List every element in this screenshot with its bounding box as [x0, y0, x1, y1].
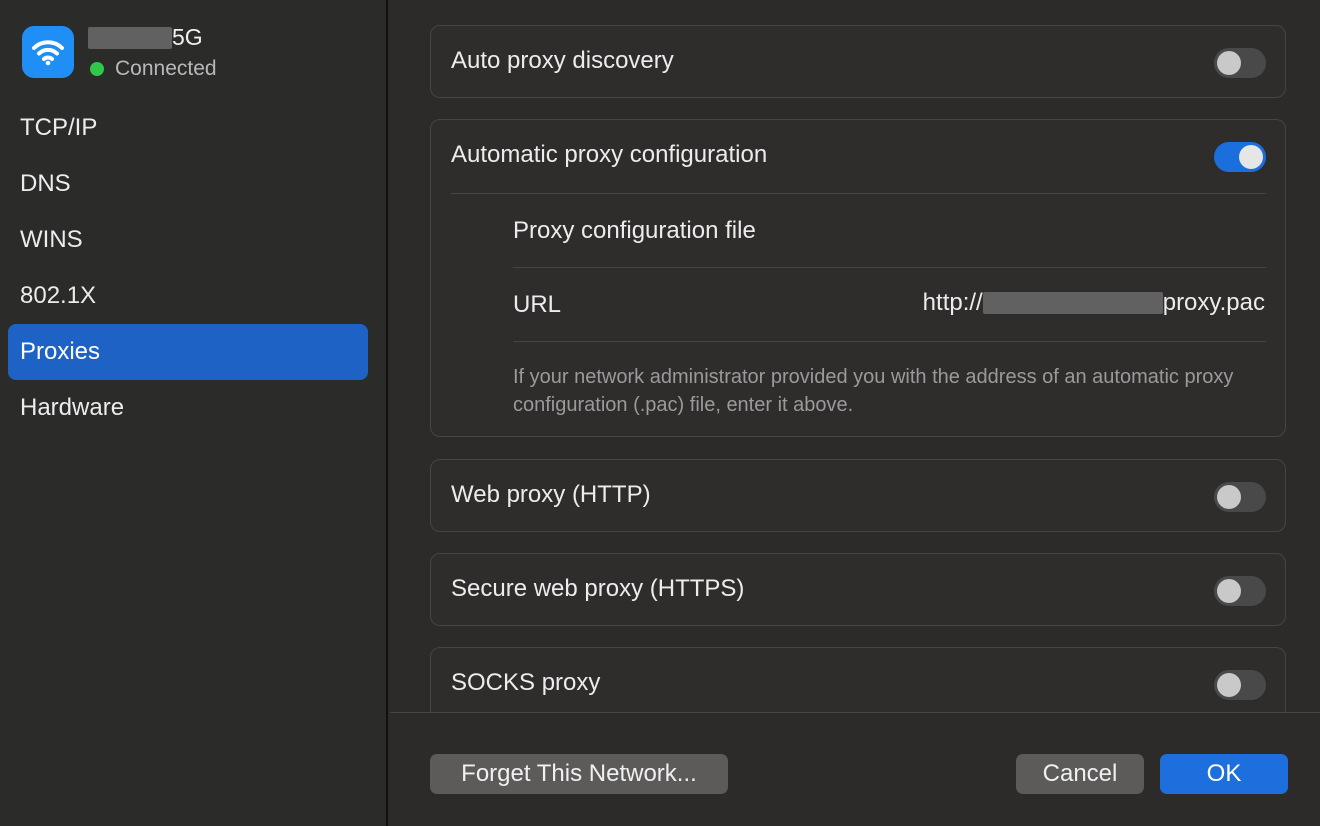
sidebar: 5G Connected TCP/IP DNS WINS 802.1X Prox… — [0, 0, 388, 826]
automatic-proxy-configuration-label: Automatic proxy configuration — [451, 141, 768, 168]
sidebar-item-8021x[interactable]: 802.1X — [8, 268, 368, 324]
wifi-icon — [22, 26, 74, 78]
auto-proxy-discovery-label: Auto proxy discovery — [451, 47, 674, 74]
url-prefix: http:// — [922, 289, 983, 316]
divider — [451, 193, 1266, 194]
socks-proxy-label: SOCKS proxy — [451, 669, 601, 696]
toggle-knob — [1217, 51, 1241, 75]
network-status-text: Connected — [115, 57, 217, 80]
secure-web-proxy-label: Secure web proxy (HTTPS) — [451, 575, 745, 602]
secure-web-proxy-row: Secure web proxy (HTTPS) — [430, 553, 1286, 626]
proxies-panel: Auto proxy discovery Automatic proxy con… — [390, 0, 1320, 826]
toggle-knob — [1217, 673, 1241, 697]
network-header: 5G Connected — [22, 24, 362, 81]
forget-network-button[interactable]: Forget This Network... — [430, 754, 728, 794]
ok-button[interactable]: OK — [1160, 754, 1288, 794]
toggle-knob — [1217, 579, 1241, 603]
sidebar-item-proxies[interactable]: Proxies — [8, 324, 368, 380]
network-name: 5G — [88, 24, 203, 51]
web-proxy-row: Web proxy (HTTP) — [430, 459, 1286, 532]
cancel-button[interactable]: Cancel — [1016, 754, 1144, 794]
divider — [513, 341, 1266, 342]
sidebar-item-hardware[interactable]: Hardware — [8, 380, 368, 436]
web-proxy-toggle[interactable] — [1214, 482, 1266, 512]
network-status: Connected — [90, 57, 217, 81]
redacted-network-name — [88, 26, 172, 49]
network-name-suffix: 5G — [172, 24, 203, 50]
socks-proxy-row: SOCKS proxy — [430, 647, 1286, 713]
url-label: URL — [513, 291, 562, 318]
toggle-knob — [1239, 145, 1263, 169]
sidebar-item-dns[interactable]: DNS — [8, 156, 368, 212]
web-proxy-label: Web proxy (HTTP) — [451, 481, 651, 508]
toggle-knob — [1217, 485, 1241, 509]
secure-web-proxy-toggle[interactable] — [1214, 576, 1266, 606]
sidebar-item-wins[interactable]: WINS — [8, 212, 368, 268]
url-field[interactable]: http:// proxy.pac — [923, 289, 1265, 317]
url-suffix: proxy.pac — [1162, 289, 1265, 316]
footer-divider — [390, 712, 1320, 713]
sidebar-nav: TCP/IP DNS WINS 802.1X Proxies Hardware — [8, 100, 368, 436]
connected-status-dot-icon — [90, 62, 104, 76]
socks-proxy-toggle[interactable] — [1214, 670, 1266, 700]
auto-proxy-discovery-toggle[interactable] — [1214, 48, 1266, 78]
proxy-configuration-file-label: Proxy configuration file — [513, 217, 756, 244]
pac-help-text: If your network administrator provided y… — [513, 366, 1234, 416]
divider — [513, 267, 1266, 268]
redacted-url-host — [982, 292, 1163, 314]
auto-proxy-discovery-row: Auto proxy discovery — [430, 25, 1286, 98]
automatic-proxy-configuration-toggle[interactable] — [1214, 142, 1266, 172]
sidebar-item-tcpip[interactable]: TCP/IP — [8, 100, 368, 156]
automatic-proxy-configuration-group: Automatic proxy configuration Proxy conf… — [430, 119, 1286, 437]
